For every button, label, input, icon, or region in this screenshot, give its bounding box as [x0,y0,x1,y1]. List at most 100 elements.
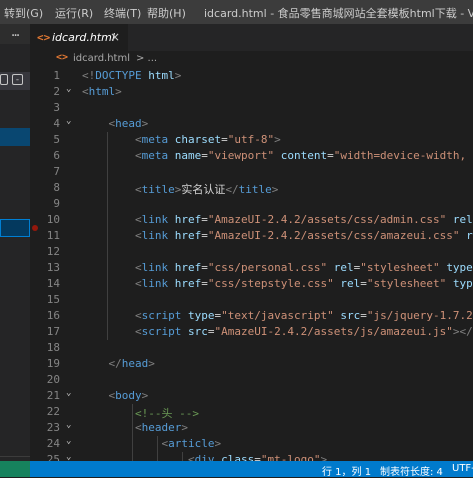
code-token: src [340,309,360,322]
code-line[interactable]: 1 <!DOCTYPE html> [30,68,473,84]
line-number: 7 [30,165,60,178]
breadcrumb-file[interactable]: idcard.html [73,53,130,64]
tab-idcard[interactable]: <> idcard.html × [30,24,128,51]
code-line[interactable]: 5 <meta charset="utf-8"> [30,132,473,148]
code-line[interactable]: 4⌄ <head> [30,116,473,132]
line-number: 23 [30,421,60,434]
code-line[interactable]: 21⌄ <body> [30,388,473,404]
sidebar-item-focused[interactable] [0,219,30,237]
code-line[interactable]: 10 <link href="AmazeUI-2.4.2/assets/css/… [30,212,473,228]
close-icon[interactable]: × [110,30,120,44]
code-line[interactable]: 9 [30,196,473,212]
code-line[interactable]: 19 </head> [30,356,473,372]
remote-indicator[interactable] [0,461,30,477]
code-line[interactable]: 8 <title>实名认证</title> [30,180,473,196]
line-number: 11 [30,229,60,242]
cursor-position[interactable]: 行 1，列 1 [322,463,371,478]
line-number: 12 [30,245,60,258]
code-token: = [201,261,208,274]
code-line[interactable]: 23⌄ <header> [30,420,473,436]
sidebar-divider [0,456,30,457]
line-number: 8 [30,181,60,194]
menu-help[interactable]: 帮助(H) [147,5,186,21]
code-token: href [175,277,202,290]
code-token: link [142,229,169,242]
fold-chevron-icon[interactable]: ⌄ [66,420,71,430]
code-line[interactable]: 15 [30,292,473,308]
tab-size[interactable]: 制表符长度: 4 [380,463,443,478]
code-line[interactable]: 13 <link href="css/personal.css" rel="st… [30,260,473,276]
fold-chevron-icon[interactable]: ⌄ [66,388,71,398]
collapse-all-icon[interactable]: - [12,74,23,85]
encoding[interactable]: UTF-8 [452,463,473,474]
code-line[interactable]: 6 <meta name="viewport" content="width=d… [30,148,473,164]
code-token: </ [109,357,122,370]
sidebar-item-selected[interactable] [0,128,30,146]
code-token: body [115,389,142,402]
code-token [168,149,175,162]
code-token [82,229,135,242]
code-token: "width=device-width, initi [334,149,473,162]
code-token: link [142,261,169,274]
code-line[interactable]: 12 [30,244,473,260]
line-number: 2 [30,85,60,98]
code-token: link [142,213,169,226]
code-token [82,261,135,274]
code-token: = [360,277,367,290]
code-line[interactable]: 24 ⌄ <article> [30,436,473,452]
code-token [82,357,109,370]
code-text: <!DOCTYPE html> [82,69,181,82]
code-line[interactable]: 22 <!--头 --> [30,404,473,420]
line-number: 24 [30,437,60,450]
menu-goto[interactable]: 转到(G) [4,5,43,21]
breadcrumb-more[interactable]: > ... [136,53,157,64]
code-token: script [142,325,182,338]
line-number: 25 [30,453,60,461]
line-number: 9 [30,197,60,210]
code-text: <link href="css/stepstyle.css" rel="styl… [82,277,473,290]
code-line[interactable]: 17 <script src="AmazeUI-2.4.2/assets/js/… [30,324,473,340]
new-folder-icon[interactable] [0,74,8,85]
menu-terminal[interactable]: 终端(T) [104,5,141,21]
code-text: </head> [82,357,155,370]
menu-run[interactable]: 运行(R) [55,5,93,21]
code-text: <script type="text/javascript" src="js/j… [82,309,473,322]
code-token: = [327,149,334,162]
code-line[interactable]: 20 [30,372,473,388]
code-token: header [142,421,182,434]
fold-chevron-icon[interactable]: ⌄ [66,436,71,446]
code-token: <!--头 --> [135,407,199,420]
code-line[interactable]: 18 [30,340,473,356]
code-token: "js/jquery-1.7.2.min. [367,309,473,322]
line-number: 19 [30,357,60,370]
code-line[interactable]: 2⌄<html> [30,84,473,100]
fold-chevron-icon[interactable]: ⌄ [66,84,71,94]
code-text: <article> [82,437,221,450]
code-line[interactable]: 11 <link href="AmazeUI-2.4.2/assets/css/… [30,228,473,244]
code-token: </ [225,183,238,196]
line-number: 1 [30,69,60,82]
code-line[interactable]: 14 <link href="css/stepstyle.css" rel="s… [30,276,473,292]
code-token: "text/javascript" [221,309,334,322]
line-number: 3 [30,101,60,114]
code-token: rel [453,213,473,226]
code-token: href [175,261,202,274]
code-token: meta [142,133,169,146]
code-token: "stylesheet" [367,277,446,290]
code-token: > [272,183,279,196]
html-file-icon: <> [37,31,50,44]
code-token [82,325,135,338]
fold-chevron-icon[interactable]: ⌄ [66,116,71,126]
fold-chevron-icon[interactable]: ⌄ [66,452,71,461]
code-line[interactable]: 7 [30,164,473,180]
code-text: <body> [82,389,148,402]
code-token: = [360,309,367,322]
code-line[interactable]: 25⌄ <div class="mt-logo"> [30,452,473,461]
line-number: 10 [30,213,60,226]
code-line[interactable]: 16 <script type="text/javascript" src="j… [30,308,473,324]
code-line[interactable]: 3 [30,100,473,116]
more-actions-icon[interactable]: ⋯ [10,30,21,41]
code-token: div [195,453,215,461]
code-token [82,277,135,290]
code-editor[interactable]: 1<!DOCTYPE html>2⌄<html>34⌄ <head>5 <met… [30,68,473,461]
